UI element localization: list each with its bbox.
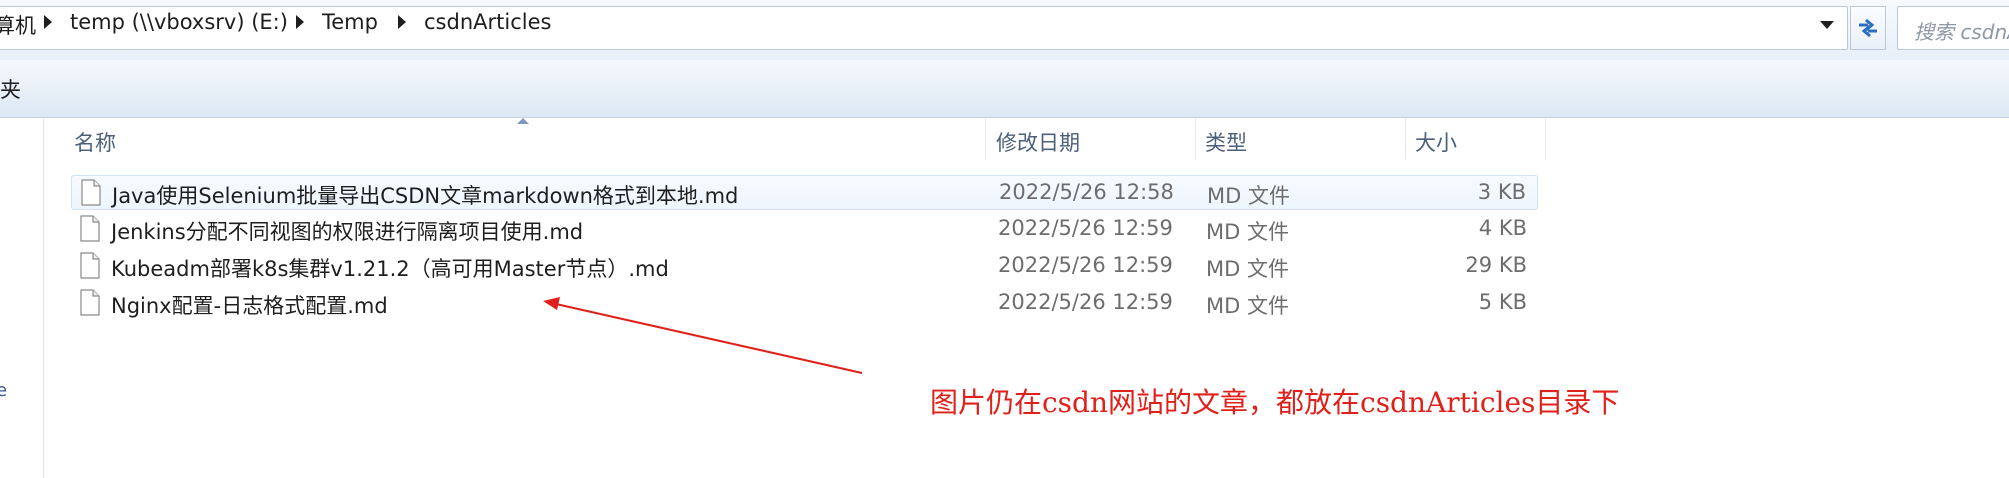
annotation-text: 图片仍在csdn网站的文章，都放在csdnArticles目录下 <box>930 386 1620 419</box>
